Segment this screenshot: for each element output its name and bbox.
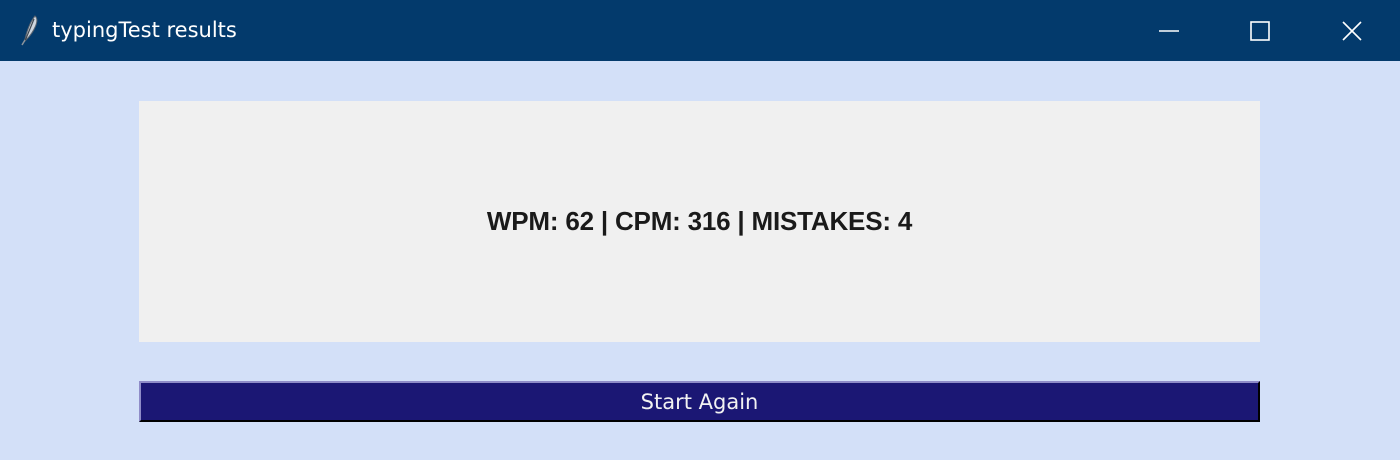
minimize-icon <box>1158 20 1180 42</box>
close-icon <box>1341 20 1363 42</box>
feather-icon <box>18 14 42 46</box>
maximize-button[interactable] <box>1214 0 1306 61</box>
minimize-button[interactable] <box>1123 0 1215 61</box>
results-summary: WPM: 62 | CPM: 316 | MISTAKES: 4 <box>486 206 913 236</box>
close-button[interactable] <box>1306 0 1398 61</box>
results-window: typingTest results WPM: 62 | CPM: 316 | … <box>0 0 1400 460</box>
results-panel: WPM: 62 | CPM: 316 | MISTAKES: 4 <box>139 101 1260 342</box>
start-again-button[interactable]: Start Again <box>139 381 1260 422</box>
window-title: typingTest results <box>52 18 237 42</box>
title-bar[interactable]: typingTest results <box>0 0 1400 61</box>
maximize-icon <box>1249 20 1271 42</box>
